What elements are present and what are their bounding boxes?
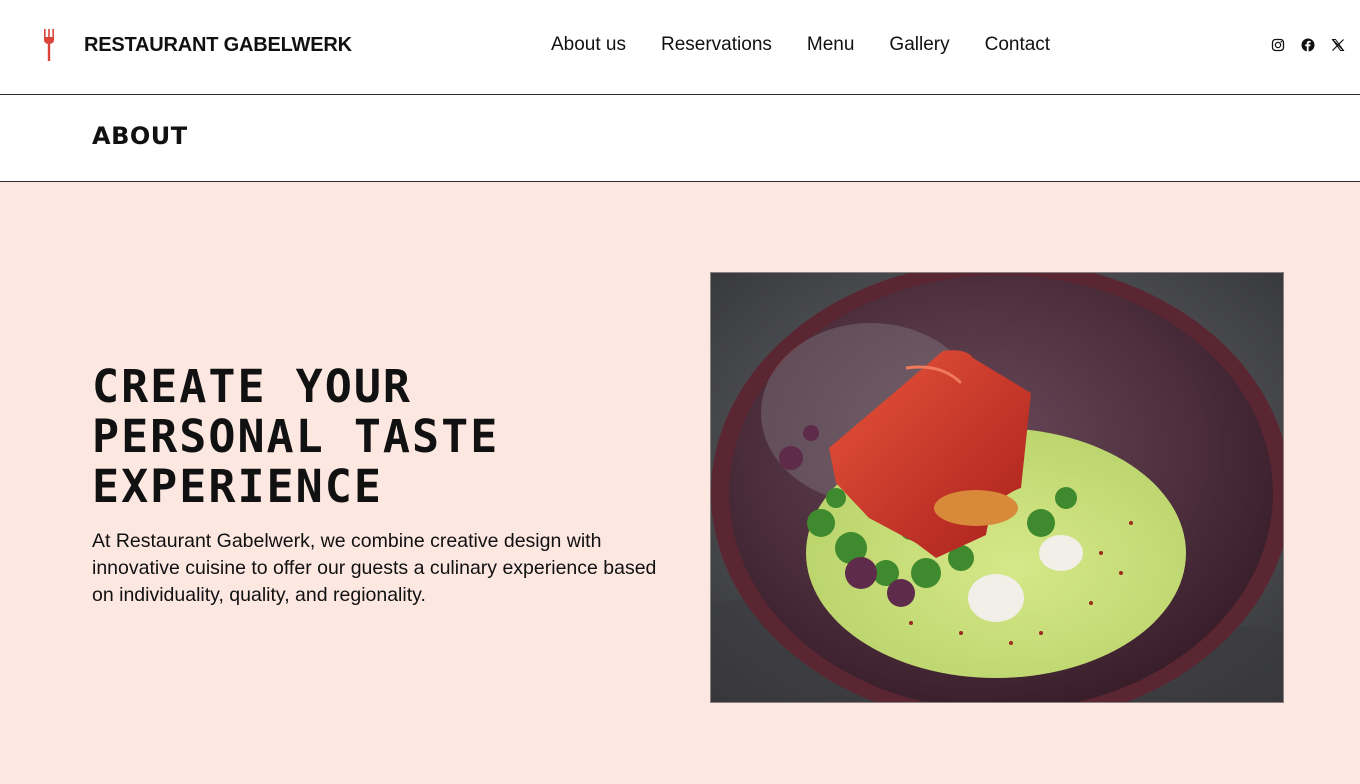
hero-heading: CREATE YOUR PERSONAL TASTE EXPERIENCE: [92, 360, 500, 513]
brand-name[interactable]: RESTAURANT GABELWERK: [84, 33, 352, 57]
social-links: [1271, 37, 1345, 52]
fork-icon[interactable]: [42, 29, 56, 61]
section-header: ABOUT: [0, 95, 1360, 182]
x-icon[interactable]: [1331, 37, 1345, 51]
hero-description: At Restaurant Gabelwerk, we combine crea…: [92, 530, 657, 606]
section-title: ABOUT: [92, 122, 188, 150]
main-nav: About us Reservations Menu Gallery Conta…: [551, 33, 1050, 57]
nav-item-reservations[interactable]: Reservations: [661, 33, 772, 57]
nav-item-about-us[interactable]: About us: [551, 33, 626, 57]
dish-photo: [710, 272, 1284, 703]
site-header: RESTAURANT GABELWERK About us Reservatio…: [0, 0, 1360, 95]
hero-section: CREATE YOUR PERSONAL TASTE EXPERIENCE At…: [0, 182, 1360, 784]
nav-item-menu[interactable]: Menu: [807, 33, 855, 57]
instagram-icon[interactable]: [1271, 37, 1285, 52]
nav-item-contact[interactable]: Contact: [985, 33, 1050, 57]
facebook-icon[interactable]: [1301, 37, 1315, 52]
nav-item-gallery[interactable]: Gallery: [889, 33, 949, 57]
